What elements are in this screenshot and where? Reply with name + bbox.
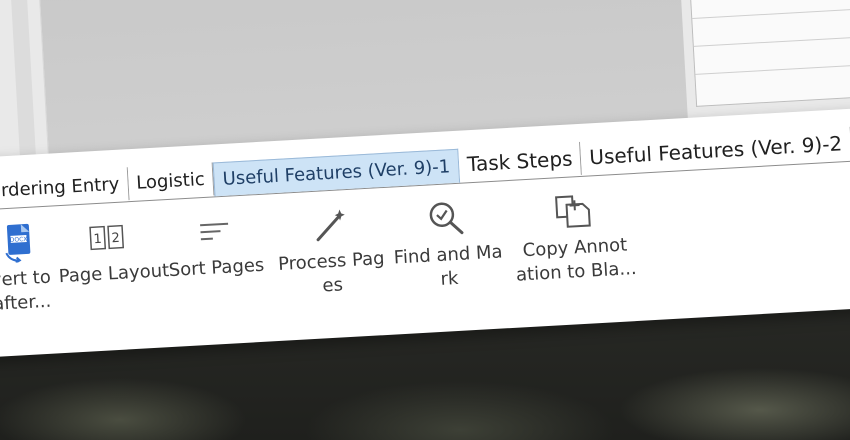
convert-button[interactable]: DOCX vert to after... xyxy=(0,216,53,317)
copy-annotation-button[interactable]: Copy Annot ation to Bla... xyxy=(509,183,640,288)
sort-pages-label: Sort Pages xyxy=(168,254,265,282)
tab-ordering-entry[interactable]: Ordering Entry xyxy=(0,167,130,209)
convert-icon: DOCX xyxy=(0,216,50,269)
tab-task-steps[interactable]: Task Steps xyxy=(458,141,583,182)
document-margin xyxy=(8,0,38,178)
copy-annotation-icon xyxy=(509,183,638,240)
tab-logistic[interactable]: Logistic xyxy=(127,162,215,201)
find-and-mark-button[interactable]: Find and Ma rk xyxy=(387,190,508,294)
tab-useful-features-1[interactable]: Useful Features (Ver. 9)-1 xyxy=(212,148,461,197)
sort-icon xyxy=(163,204,266,260)
copy-annotation-label: Copy Annot ation to Bla... xyxy=(515,234,638,286)
svg-text:1: 1 xyxy=(93,232,102,247)
find-and-mark-label: Find and Ma rk xyxy=(393,241,504,290)
process-pages-label: Process Pag es xyxy=(277,248,386,297)
side-panel[interactable] xyxy=(685,0,850,107)
svg-text:2: 2 xyxy=(111,231,120,246)
page-layout-icon: 1 2 xyxy=(55,210,158,266)
sort-pages-button[interactable]: Sort Pages xyxy=(163,204,267,283)
process-pages-button[interactable]: Process Pag es xyxy=(273,197,388,301)
svg-text:DOCX: DOCX xyxy=(10,236,28,244)
magnifier-check-icon xyxy=(387,190,506,246)
tab-useful-features-2[interactable]: Useful Features (Ver. 9)-2 xyxy=(580,126,850,175)
page-layout-label: Page Layout xyxy=(58,260,170,288)
magic-wand-icon xyxy=(273,197,386,253)
convert-label: vert to after... xyxy=(0,266,52,315)
page-layout-button[interactable]: 1 2 Page Layout xyxy=(55,210,170,289)
